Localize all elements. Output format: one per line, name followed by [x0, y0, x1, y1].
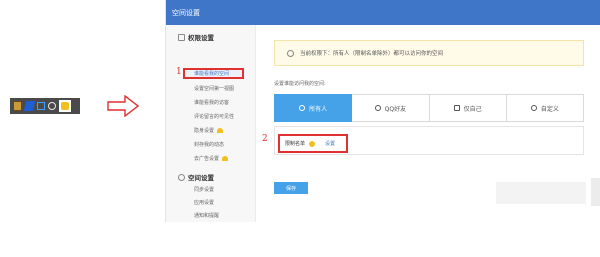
sidebar-item-who-can-view[interactable]: 谁能看我的空间 — [183, 68, 244, 79]
sidebar: 权限设置 谁能看我的空间 1 设置空间第一视图 谁能看我的访客 评论留言的可见性… — [166, 25, 256, 222]
sidebar-item-remove-ads[interactable]: 去广告设置 — [194, 155, 229, 162]
option-only-me[interactable]: 仅自己 — [429, 94, 507, 122]
save-button[interactable]: 保存 — [274, 182, 308, 194]
globe-icon — [299, 105, 306, 111]
step-1-marker: 1 — [176, 67, 182, 77]
gear-icon — [530, 105, 537, 111]
info-icon — [287, 49, 294, 57]
settings-panel: 空间设置 权限设置 谁能看我的空间 1 设置空间第一视图 谁能看我的访客 评论留… — [165, 0, 600, 222]
sidebar-item-apps[interactable]: 应用设置 — [194, 199, 214, 206]
sidebar-item-first-view[interactable]: 设置空间第一视图 — [194, 85, 234, 92]
sidebar-item-seal-feed[interactable]: 封存我的动态 — [194, 141, 224, 148]
step-2-marker: 2 — [262, 134, 268, 144]
privacy-label: 设置谁能访问我的空间: — [274, 81, 326, 87]
settings-wrench-icon[interactable] — [59, 100, 71, 112]
restrict-list-setting: 限制名单 设置 — [278, 134, 348, 153]
privacy-options: 所有人 QQ好友 仅自己 自定义 — [274, 94, 584, 122]
vip-heart-icon — [217, 128, 224, 133]
sidebar-item-comment-visibility[interactable]: 评论留言的可见性 — [194, 113, 234, 120]
lock-icon — [453, 105, 460, 111]
taskbar — [10, 98, 80, 114]
vip-coin-icon — [309, 140, 316, 147]
exit-icon[interactable] — [37, 102, 45, 110]
panel-title: 空间设置 — [166, 0, 600, 25]
sidebar-section-permissions[interactable]: 权限设置 — [178, 32, 214, 42]
restrict-settings-link[interactable]: 设置 — [325, 140, 335, 147]
user-avatar-icon[interactable] — [13, 101, 22, 111]
cloud-icon — [178, 173, 185, 181]
permission-notice: 当前权限下：所有人（限制名单除外）都可以访问你的空间 — [274, 40, 584, 66]
friend-icon — [374, 105, 381, 111]
blurred-area — [496, 182, 586, 204]
vip-heart-icon — [222, 156, 229, 161]
blue-app-icon[interactable] — [23, 101, 36, 111]
sidebar-section-space[interactable]: 空间设置 — [178, 172, 214, 182]
option-everyone[interactable]: 所有人 — [274, 94, 353, 122]
option-custom[interactable]: 自定义 — [506, 94, 584, 122]
circle-icon[interactable] — [48, 102, 56, 110]
lock-icon — [178, 33, 185, 41]
blurred-area — [591, 178, 600, 206]
sidebar-item-visitors[interactable]: 谁能看我的访客 — [194, 99, 229, 106]
sidebar-item-sync[interactable]: 同步设置 — [194, 186, 214, 193]
right-arrow-icon — [107, 95, 139, 117]
sidebar-item-invisible[interactable]: 隐身设置 — [194, 127, 224, 134]
sidebar-item-notifications[interactable]: 通知和提醒 — [194, 212, 219, 219]
option-qq-friends[interactable]: QQ好友 — [352, 94, 430, 122]
